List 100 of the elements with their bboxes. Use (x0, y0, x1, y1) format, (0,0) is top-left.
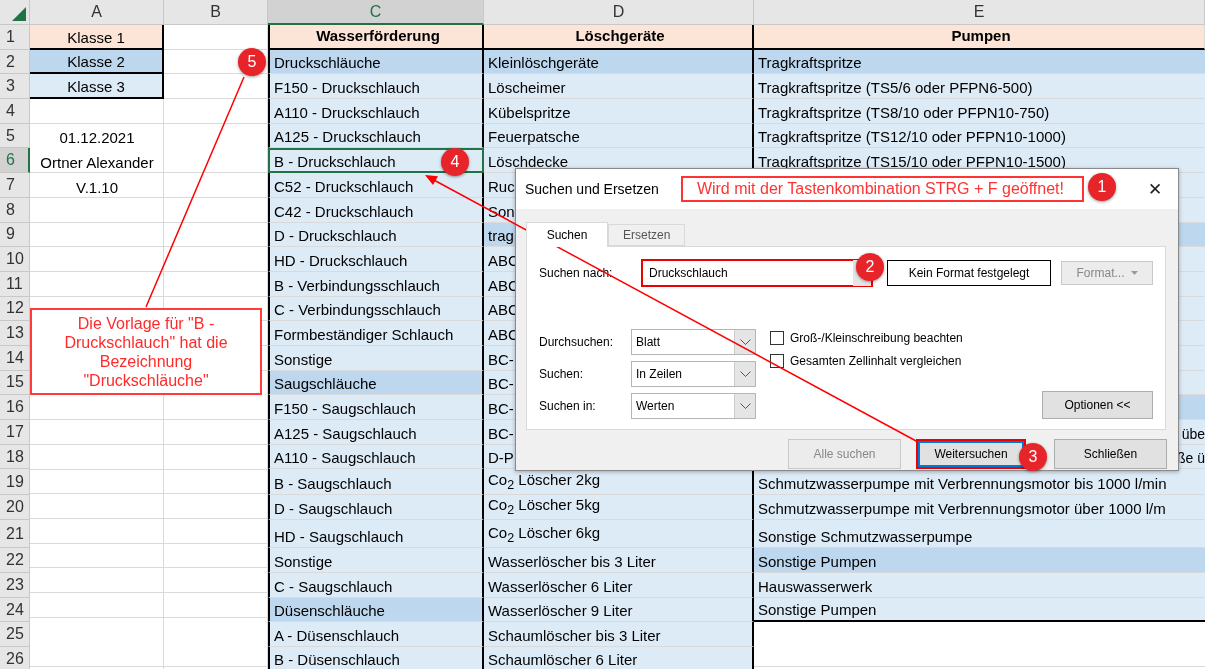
row-header[interactable]: 17 (0, 420, 30, 445)
table-cell: A125 - Druckschlauch (268, 123, 484, 149)
table-cell-text: Ortner Alexander (39, 153, 155, 174)
row-header[interactable]: 13 (0, 321, 30, 346)
table-cell: Sonstige (268, 548, 484, 574)
callout: Die Vorlage für "B - Druckschlauch" hat die Bezeichnung "Druckschläuche" (30, 308, 262, 395)
table-cell: Feuerpatsche (484, 123, 754, 149)
row-header[interactable]: 4 (0, 99, 30, 124)
table-cell: C - Verbindungsschlauch (268, 296, 484, 322)
row-header[interactable]: 2 (0, 49, 30, 75)
table-cell: Kleinlöschgeräte (484, 49, 754, 75)
field-label: Suchen: (539, 367, 585, 381)
row-header[interactable]: 7 (0, 173, 30, 198)
tab[interactable]: Suchen (526, 222, 608, 247)
table-cell: A125 - Saugschlauch (268, 420, 484, 445)
table-cell: Klasse 2 (30, 49, 164, 75)
table-cell: Sonstige Pumpen (754, 548, 1205, 574)
table-cell: Tragkraftspritze (TS12/10 oder PFPN10-1000) (754, 123, 1205, 149)
tab[interactable]: Ersetzen (608, 224, 686, 246)
checkbox[interactable]: Groß-/Kleinschreibung beachten (770, 331, 963, 345)
table-cell: C42 - Druckschlauch (268, 197, 484, 223)
table-cell: Co$_{2}$ Löscher 6kg (484, 520, 754, 549)
options-button[interactable]: Optionen << (1042, 391, 1153, 419)
table-cell: Kübelspritze (484, 99, 754, 124)
table-cell: HD - Druckschlauch (268, 247, 484, 272)
row-header[interactable]: 15 (0, 370, 30, 396)
row-header[interactable]: 18 (0, 444, 30, 470)
dropdown[interactable]: In Zeilen (631, 361, 756, 387)
window-title: Suchen und Ersetzen (525, 181, 659, 197)
table-cell: Tragkraftspritze (TS5/6 oder PFPN6-500) (754, 74, 1205, 100)
row-header[interactable]: 8 (0, 197, 30, 223)
triangle-icon[interactable] (12, 7, 26, 21)
row-header[interactable]: 6 (0, 148, 30, 174)
row-header[interactable]: 21 (0, 520, 30, 549)
table-cell: Löschgeräte (484, 25, 754, 50)
dialog-button[interactable]: Schließen (1054, 439, 1167, 469)
table-cell: Tragkraftspritze (TS8/10 oder PFPN10-750) (754, 99, 1205, 124)
table-cell: Löscheimer (484, 74, 754, 100)
table-cell: Schmutzwasserpumpe mit Verbrennungsmotor bis 1000 l/min (754, 469, 1205, 496)
row-header[interactable]: 3 (0, 74, 30, 100)
column-header[interactable]: D (484, 0, 754, 25)
column-header[interactable]: E (754, 0, 1205, 25)
caret-icon (739, 339, 751, 345)
table-cell: Hauswasserwerk (754, 573, 1205, 598)
table-cell: Wasserlöscher 9 Liter (484, 597, 754, 623)
table-cell: F150 - Saugschlauch (268, 395, 484, 420)
row-header[interactable]: 25 (0, 622, 30, 648)
row-header[interactable]: 9 (0, 222, 30, 248)
dropdown[interactable]: Werten (631, 393, 756, 419)
table-cell: B - Verbindungsschlauch (268, 271, 484, 297)
table-cell-text: V.1.10 (75, 177, 119, 198)
row-header[interactable]: 19 (0, 469, 30, 496)
row-header[interactable]: 14 (0, 345, 30, 371)
table-cell: A - Düsenschlauch (268, 622, 484, 648)
checkbox[interactable]: Gesamten Zellinhalt vergleichen (770, 354, 963, 368)
row-header[interactable]: 26 (0, 647, 30, 669)
table-cell: Tragkraftspritze (754, 49, 1205, 75)
caret-icon (739, 371, 751, 377)
annotation-note: Wird mit der Tastenkombination STRG + F geöffnet! (680, 176, 1084, 202)
row-header[interactable]: 11 (0, 271, 30, 297)
dropdown[interactable]: Blatt (631, 329, 756, 355)
table-cell: D - Saugschlauch (268, 495, 484, 521)
column-header[interactable]: B (164, 0, 268, 25)
column-header[interactable]: C (268, 0, 484, 25)
row-header[interactable]: 12 (0, 296, 30, 322)
row-header[interactable]: 20 (0, 495, 30, 521)
row-header[interactable]: 23 (0, 573, 30, 598)
table-cell: Schaumlöscher 6 Liter (484, 647, 754, 669)
table-cell: Wasserlöscher 6 Liter (484, 573, 754, 598)
column-header[interactable]: A (30, 0, 164, 25)
row-header[interactable]: 24 (0, 597, 30, 623)
table-cell: Sonstige Pumpen (754, 597, 1205, 623)
format-preview: Kein Format festgelegt (887, 260, 1051, 286)
row-header[interactable]: 22 (0, 548, 30, 574)
table-cell: B - Saugschlauch (268, 469, 484, 496)
row-header[interactable]: 1 (0, 25, 30, 50)
field-label: Suchen in: (539, 399, 597, 413)
table-cell: A110 - Saugschlauch (268, 444, 484, 470)
table-cell: C52 - Druckschlauch (268, 173, 484, 198)
table-cell: F150 - Druckschlauch (268, 74, 484, 100)
table-cell: Co$_{2}$ Löscher 5kg (484, 495, 754, 521)
row-header[interactable]: 16 (0, 395, 30, 420)
table-cell: Schaumlöscher bis 3 Liter (484, 622, 754, 648)
table-cell: Pumpen (754, 25, 1205, 50)
table-cell: Druckschläuche (268, 49, 484, 75)
field-label: Durchsuchen: (539, 335, 615, 349)
table-cell: Saugschläuche (268, 370, 484, 396)
row-header[interactable]: 5 (0, 123, 30, 149)
table-cell: Wasserlöscher bis 3 Liter (484, 548, 754, 574)
table-cell: D - Druckschlauch (268, 222, 484, 248)
caret-icon (739, 403, 751, 409)
table-cell: Sonstige (268, 345, 484, 371)
row-header[interactable]: 10 (0, 247, 30, 272)
table-cell: HD - Saugschlauch (268, 520, 484, 549)
number-badge: 5 (238, 48, 266, 76)
table-cell-text: 01.12.2021 (58, 128, 136, 149)
table-cell: Düsenschläuche (268, 597, 484, 623)
table-cell: C - Saugschlauch (268, 573, 484, 598)
dialog-button[interactable]: Weitersuchen (916, 439, 1026, 469)
table-cell: A110 - Druckschlauch (268, 99, 484, 124)
